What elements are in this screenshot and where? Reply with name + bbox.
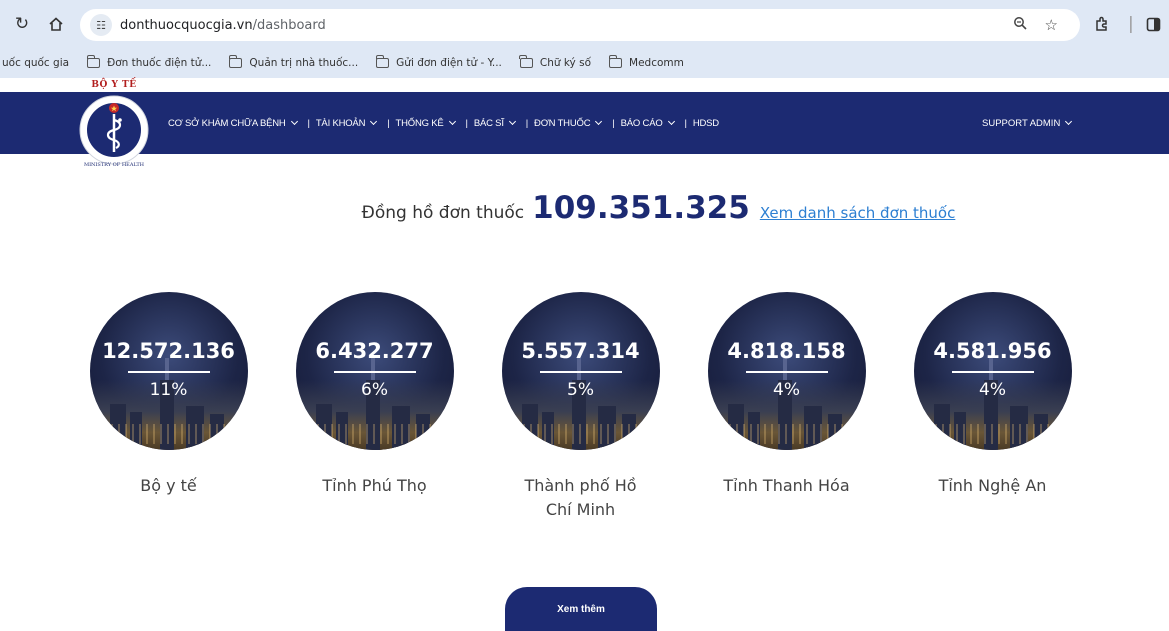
bookmark-item[interactable]: uốc quốc gia <box>2 57 69 69</box>
nav-separator: | <box>612 117 615 129</box>
bookmark-label: Gửi đơn điện tử - Y... <box>396 57 502 69</box>
stat-circle: 12.572.136 11% <box>89 292 248 450</box>
nav-co-so-kham-chua-benh[interactable]: CƠ SỞ KHÁM CHỮA BỆNH <box>168 118 302 129</box>
logo-title: BỘ Y TẾ <box>91 80 137 90</box>
stat-count: 12.572.136 <box>102 339 235 363</box>
stat-percent: 11% <box>149 380 188 400</box>
stat-count: 5.557.314 <box>521 339 640 363</box>
stat-name: Thành phố Hồ Chí Minh <box>524 476 637 519</box>
main-navigation: CƠ SỞ KHÁM CHỮA BỆNH | TÀI KHOẢN | THỐNG… <box>168 92 719 154</box>
bookmark-folder[interactable]: Đơn thuốc điện tử... <box>86 55 212 69</box>
nav-label: ĐƠN THUỐC <box>534 117 591 129</box>
folder-icon <box>375 55 390 68</box>
bookmark-folder[interactable]: Gửi đơn điện tử - Y... <box>375 55 502 69</box>
stat-circle: 4.818.158 4% <box>707 292 866 450</box>
bookmark-label: Đơn thuốc điện tử... <box>107 57 212 69</box>
nav-separator: | <box>465 117 469 129</box>
nav-label: BÁO CÁO <box>620 117 663 129</box>
reload-icon[interactable]: ↻ <box>10 12 34 36</box>
nav-bao-cao[interactable]: BÁO CÁO <box>621 118 679 129</box>
stat-count: 6.432.277 <box>315 339 434 363</box>
counter-value: 109.351.325 <box>532 190 750 226</box>
stat-name: Tỉnh Phú Thọ <box>322 476 427 495</box>
stat-circle: 6.432.277 6% <box>295 292 454 450</box>
extensions-icon[interactable] <box>1094 12 1110 36</box>
chevron-down-icon <box>508 117 516 126</box>
toolbar-divider: | <box>1128 14 1134 34</box>
bookmarks-bar: uốc quốc gia Đơn thuốc điện tử... Quản t… <box>0 48 1169 78</box>
bookmark-folder[interactable]: Chữ ký số <box>519 55 592 69</box>
browser-toolbar: ↻ ☷ donthuocquocgia.vn/dashboard ☆ | <box>0 0 1169 48</box>
nav-label: THỐNG KÊ <box>395 117 444 129</box>
nav-label: TÀI KHOẢN <box>315 117 366 129</box>
nav-label: HDSD <box>692 117 719 129</box>
chevron-down-icon <box>1065 117 1073 126</box>
nav-bac-si[interactable]: BÁC SĨ <box>474 118 520 129</box>
nav-separator: | <box>307 117 311 129</box>
chevron-down-icon <box>290 117 298 126</box>
nav-don-thuoc[interactable]: ĐƠN THUỐC <box>534 118 606 129</box>
stat-circle: 5.557.314 5% <box>501 292 660 450</box>
user-menu-label: SUPPORT ADMIN <box>982 117 1061 129</box>
stat-count: 4.818.158 <box>727 339 846 363</box>
bookmark-label: Medcomm <box>629 57 684 69</box>
bookmark-label: Chữ ký số <box>539 57 592 69</box>
stat-card[interactable]: 6.432.277 6% Tỉnh Phú Thọ <box>292 292 457 498</box>
divider <box>127 371 210 373</box>
url-path: /dashboard <box>252 17 326 33</box>
chevron-down-icon <box>448 117 456 126</box>
nav-tai-khoan[interactable]: TÀI KHOẢN <box>316 118 381 129</box>
divider <box>539 371 622 373</box>
site-info-icon[interactable]: ☷ <box>90 14 112 36</box>
bookmark-star-icon[interactable]: ☆ <box>1045 16 1058 34</box>
nav-label: CƠ SỞ KHÁM CHỮA BỆNH <box>168 117 286 129</box>
url-domain: donthuocquocgia.vn <box>120 17 253 33</box>
bookmark-folder[interactable]: Quản trị nhà thuốc... <box>229 55 359 69</box>
stat-card[interactable]: 4.818.158 4% Tỉnh Thanh Hóa <box>704 292 869 498</box>
stat-percent: 4% <box>773 380 800 400</box>
stat-percent: 6% <box>361 380 388 400</box>
divider <box>333 371 416 373</box>
divider <box>951 371 1034 373</box>
nav-separator: | <box>387 117 390 129</box>
counter-label: Đồng hồ đơn thuốc <box>361 203 525 223</box>
stat-card[interactable]: 4.581.956 4% Tỉnh Nghệ An <box>910 292 1075 498</box>
chevron-down-icon <box>370 117 378 126</box>
folder-icon <box>519 55 533 68</box>
ministry-logo[interactable]: BỘ Y TẾ MINISTRY OF HEALTH <box>76 80 152 170</box>
logo-caption: MINISTRY OF HEALTH <box>83 162 145 168</box>
home-icon[interactable] <box>44 12 68 36</box>
view-prescription-list-link[interactable]: Xem danh sách đơn thuốc <box>760 204 956 222</box>
stat-card[interactable]: 5.557.314 5% Thành phố Hồ Chí Minh <box>498 292 663 522</box>
chevron-down-icon <box>667 117 675 126</box>
stat-name: Tỉnh Thanh Hóa <box>723 476 850 495</box>
stat-count: 4.581.956 <box>933 339 1052 363</box>
folder-icon <box>229 55 243 68</box>
stat-percent: 5% <box>567 380 594 400</box>
nav-separator: | <box>525 117 529 129</box>
see-more-button[interactable]: Xem thêm <box>505 587 657 631</box>
side-panel-icon[interactable] <box>1146 12 1161 36</box>
stat-percent: 4% <box>979 380 1006 400</box>
stat-card[interactable]: 12.572.136 11% Bộ y tế <box>86 292 251 498</box>
nav-hdsd[interactable]: HDSD <box>693 118 719 129</box>
nav-separator: | <box>684 117 688 129</box>
bookmark-label: Quản trị nhà thuốc... <box>249 57 359 69</box>
chevron-down-icon <box>595 117 603 126</box>
stat-name: Bộ y tế <box>140 476 197 495</box>
folder-icon <box>608 55 623 68</box>
zoom-icon[interactable] <box>1013 16 1027 34</box>
divider <box>745 371 828 373</box>
prescription-counter: Đồng hồ đơn thuốc 109.351.325 Xem danh s… <box>0 190 1169 250</box>
nav-label: BÁC SĨ <box>473 117 504 129</box>
folder-icon <box>86 55 101 68</box>
nav-thong-ke[interactable]: THỐNG KÊ <box>396 118 460 129</box>
user-menu[interactable]: SUPPORT ADMIN <box>982 92 1076 154</box>
bookmark-folder[interactable]: Medcomm <box>608 55 684 69</box>
stat-circle: 4.581.956 4% <box>913 292 1072 450</box>
address-bar[interactable]: ☷ donthuocquocgia.vn/dashboard ☆ <box>80 9 1080 41</box>
stat-name: Tỉnh Nghệ An <box>938 476 1047 495</box>
